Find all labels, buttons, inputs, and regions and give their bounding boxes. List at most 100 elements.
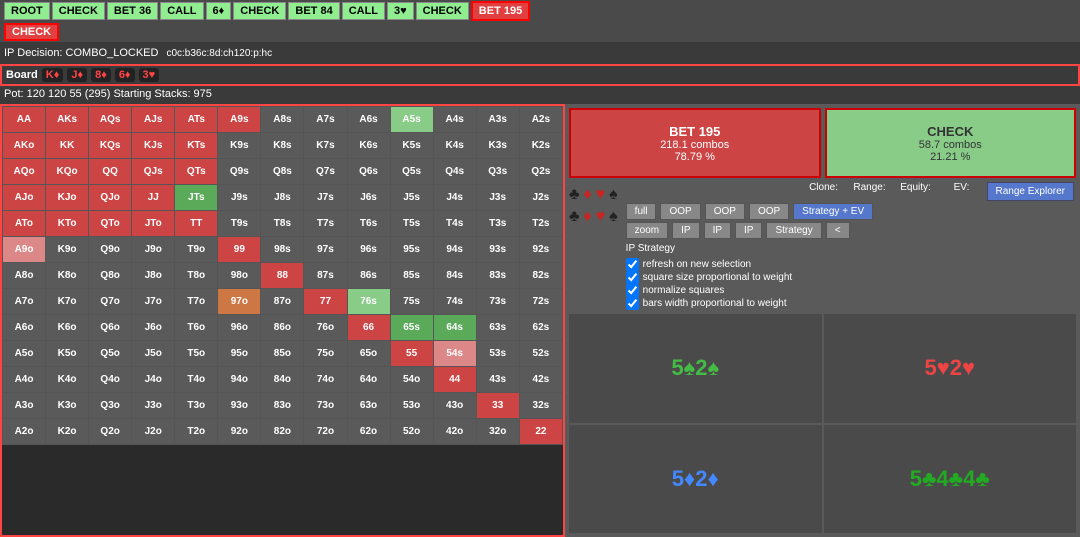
grid-cell[interactable]: J9o xyxy=(132,237,175,263)
grid-cell[interactable]: 73s xyxy=(476,289,519,315)
grid-cell[interactable]: 76o xyxy=(304,315,347,341)
grid-cell[interactable]: K7s xyxy=(304,133,347,159)
grid-cell[interactable]: 72o xyxy=(304,419,347,445)
bet-action-box[interactable]: BET 195 218.1 combos 78.79 % xyxy=(569,108,821,178)
grid-cell[interactable]: A8s xyxy=(261,107,304,133)
grid-cell[interactable]: Q3s xyxy=(476,159,519,185)
grid-cell[interactable]: 86s xyxy=(347,263,390,289)
grid-cell[interactable]: K2s xyxy=(519,133,562,159)
grid-cell[interactable]: 75o xyxy=(304,341,347,367)
grid-cell[interactable]: 32o xyxy=(476,419,519,445)
grid-cell[interactable]: 63s xyxy=(476,315,519,341)
grid-cell[interactable]: J4s xyxy=(433,185,476,211)
grid-cell[interactable]: 72s xyxy=(519,289,562,315)
grid-cell[interactable]: J7s xyxy=(304,185,347,211)
grid-cell[interactable]: K3s xyxy=(476,133,519,159)
grid-cell[interactable]: 53s xyxy=(476,341,519,367)
arrow-button[interactable]: < xyxy=(826,222,850,239)
grid-cell[interactable]: 83s xyxy=(476,263,519,289)
grid-cell[interactable]: 66 xyxy=(347,315,390,341)
oop-btn-1[interactable]: OOP xyxy=(660,203,700,220)
grid-cell[interactable]: J8s xyxy=(261,185,304,211)
grid-cell[interactable]: QTo xyxy=(89,211,132,237)
grid-cell[interactable]: A5o xyxy=(3,341,46,367)
grid-cell[interactable]: 42s xyxy=(519,367,562,393)
grid-cell[interactable]: Q4o xyxy=(89,367,132,393)
nav-check-2[interactable]: CHECK xyxy=(233,2,286,20)
grid-cell[interactable]: 87s xyxy=(304,263,347,289)
grid-cell[interactable]: KJo xyxy=(46,185,89,211)
grid-cell[interactable]: 82s xyxy=(519,263,562,289)
grid-cell[interactable]: J4o xyxy=(132,367,175,393)
grid-cell[interactable]: KTs xyxy=(175,133,218,159)
grid-cell[interactable]: A4s xyxy=(433,107,476,133)
checkbox-1[interactable] xyxy=(626,271,639,284)
grid-cell[interactable]: T8o xyxy=(175,263,218,289)
grid-cell[interactable]: Q7s xyxy=(304,159,347,185)
grid-cell[interactable]: QQ xyxy=(89,159,132,185)
grid-cell[interactable]: 43s xyxy=(476,367,519,393)
grid-cell[interactable]: T4o xyxy=(175,367,218,393)
grid-cell[interactable]: A5s xyxy=(390,107,433,133)
strategy-ev-button[interactable]: Strategy + EV xyxy=(793,203,873,220)
grid-cell[interactable]: T3s xyxy=(476,211,519,237)
grid-cell[interactable]: AQo xyxy=(3,159,46,185)
grid-cell[interactable]: K9s xyxy=(218,133,261,159)
board-card-cell-2[interactable]: 5♥2♥ xyxy=(824,314,1077,423)
grid-cell[interactable]: JTo xyxy=(132,211,175,237)
grid-cell[interactable]: Q2s xyxy=(519,159,562,185)
grid-cell[interactable]: Q8s xyxy=(261,159,304,185)
grid-cell[interactable]: AJo xyxy=(3,185,46,211)
grid-cell[interactable]: J9s xyxy=(218,185,261,211)
grid-cell[interactable]: 53o xyxy=(390,393,433,419)
nav-3h[interactable]: 3♥ xyxy=(387,2,414,20)
board-card-2[interactable]: J♦ xyxy=(67,68,87,82)
grid-cell[interactable]: 64o xyxy=(347,367,390,393)
diamond-icon-1[interactable]: ♦ xyxy=(584,186,592,204)
grid-cell[interactable]: 98s xyxy=(261,237,304,263)
grid-cell[interactable]: 84s xyxy=(433,263,476,289)
grid-cell[interactable]: A9s xyxy=(218,107,261,133)
grid-cell[interactable]: 93o xyxy=(218,393,261,419)
grid-cell[interactable]: 65s xyxy=(390,315,433,341)
grid-cell[interactable]: K9o xyxy=(46,237,89,263)
grid-cell[interactable]: J2s xyxy=(519,185,562,211)
grid-cell[interactable]: 43o xyxy=(433,393,476,419)
grid-cell[interactable]: 54o xyxy=(390,367,433,393)
grid-cell[interactable]: 82o xyxy=(261,419,304,445)
grid-cell[interactable]: J5o xyxy=(132,341,175,367)
grid-cell[interactable]: 96s xyxy=(347,237,390,263)
board-card-5[interactable]: 3♥ xyxy=(139,68,160,82)
grid-cell[interactable]: 74s xyxy=(433,289,476,315)
grid-cell[interactable]: A6s xyxy=(347,107,390,133)
grid-cell[interactable]: 64s xyxy=(433,315,476,341)
grid-cell[interactable]: 76s xyxy=(347,289,390,315)
grid-cell[interactable]: KQs xyxy=(89,133,132,159)
grid-cell[interactable]: 22 xyxy=(519,419,562,445)
grid-cell[interactable]: J8o xyxy=(132,263,175,289)
grid-cell[interactable]: K7o xyxy=(46,289,89,315)
grid-cell[interactable]: J2o xyxy=(132,419,175,445)
grid-cell[interactable]: 88 xyxy=(261,263,304,289)
ip-btn-2[interactable]: IP xyxy=(704,222,731,239)
grid-cell[interactable]: T5o xyxy=(175,341,218,367)
grid-cell[interactable]: KTo xyxy=(46,211,89,237)
club-icon-2[interactable]: ♣ xyxy=(569,208,580,226)
grid-cell[interactable]: J3o xyxy=(132,393,175,419)
grid-cell[interactable]: TT xyxy=(175,211,218,237)
grid-cell[interactable]: T2o xyxy=(175,419,218,445)
grid-cell[interactable]: Q7o xyxy=(89,289,132,315)
grid-cell[interactable]: 84o xyxy=(261,367,304,393)
grid-cell[interactable]: T7o xyxy=(175,289,218,315)
grid-cell[interactable]: A9o xyxy=(3,237,46,263)
grid-cell[interactable]: 52s xyxy=(519,341,562,367)
grid-cell[interactable]: 77 xyxy=(304,289,347,315)
grid-cell[interactable]: A8o xyxy=(3,263,46,289)
grid-cell[interactable]: K6o xyxy=(46,315,89,341)
grid-cell[interactable]: T5s xyxy=(390,211,433,237)
grid-cell[interactable]: K5s xyxy=(390,133,433,159)
nav-check-1[interactable]: CHECK xyxy=(52,2,105,20)
grid-cell[interactable]: 98o xyxy=(218,263,261,289)
grid-cell[interactable]: J6o xyxy=(132,315,175,341)
grid-cell[interactable]: 65o xyxy=(347,341,390,367)
